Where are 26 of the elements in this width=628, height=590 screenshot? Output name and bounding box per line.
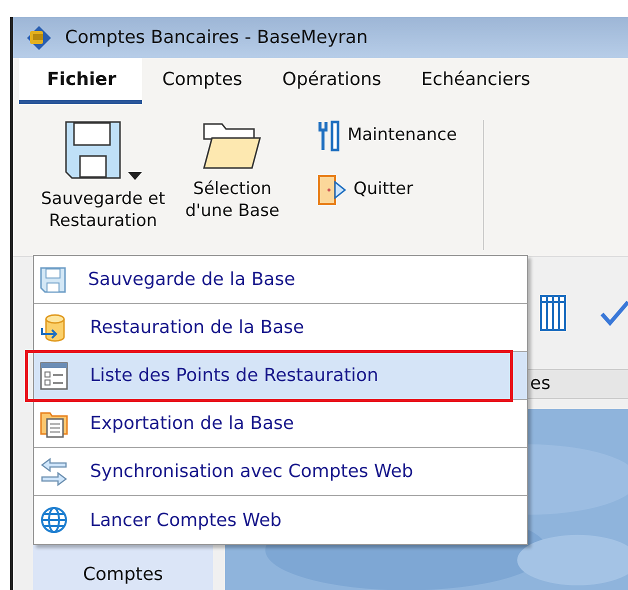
save-button[interactable]: Sauvegarde et Restauration — [41, 120, 166, 232]
menu-item[interactable]: Synchronisation avec Comptes Web — [34, 448, 527, 496]
sidebar-item[interactable]: Comptes — [82, 560, 164, 590]
globe-icon — [40, 506, 68, 534]
door-icon — [317, 174, 348, 206]
menu-item[interactable]: Exportation de la Base — [34, 400, 527, 448]
sync-arrows-icon — [40, 456, 68, 486]
menu-item[interactable]: Sauvegarde de la Base — [34, 256, 527, 304]
folder-button[interactable]: Sélection d'une Base — [185, 120, 280, 222]
menu-item[interactable]: Restauration de la Base — [34, 304, 527, 352]
menu-item[interactable]: Lancer Comptes Web — [34, 496, 527, 544]
column-header: es — [530, 372, 550, 394]
exit-button[interactable]: Quitter — [317, 174, 457, 206]
menu-tab[interactable]: Opérations — [262, 58, 402, 104]
window-title: Comptes Bancaires - BaseMeyran — [65, 26, 368, 50]
menu-tab[interactable]: Comptes — [142, 58, 262, 104]
maintenance-button[interactable]: Maintenance — [317, 120, 457, 152]
grid-icon[interactable] — [540, 294, 566, 331]
menu-tab[interactable]: Fichier — [19, 58, 142, 104]
check-icon[interactable] — [600, 300, 628, 326]
menu-tab[interactable]: Echéanciers — [401, 58, 550, 104]
list-icon — [40, 362, 68, 390]
folder-document-icon — [40, 410, 68, 438]
tools-icon — [317, 120, 342, 152]
database-icon — [40, 314, 68, 342]
app-icon — [25, 24, 53, 52]
